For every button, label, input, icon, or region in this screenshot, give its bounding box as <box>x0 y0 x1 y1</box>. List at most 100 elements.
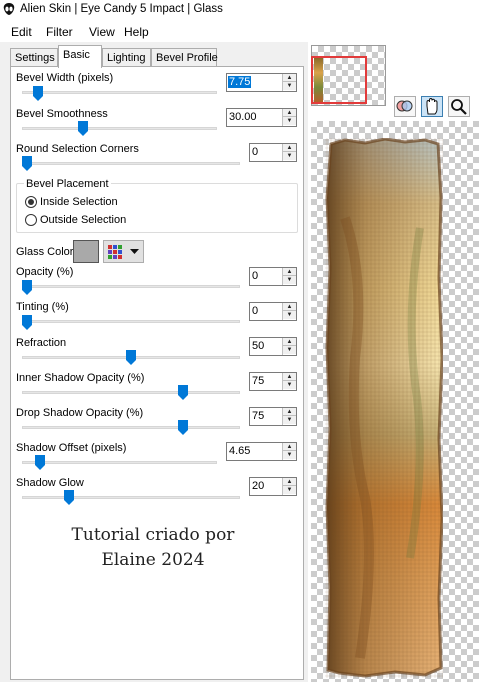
inner-shadow-label: Inner Shadow Opacity (%) <box>16 372 145 384</box>
glass-color-label: Glass Color <box>16 246 74 258</box>
spin-down-icon[interactable]: ▼ <box>283 381 296 389</box>
inner-shadow-slider[interactable] <box>22 391 240 394</box>
opacity-slider[interactable] <box>22 285 240 288</box>
menu-filter[interactable]: Filter <box>46 25 73 39</box>
shadow-offset-thumb[interactable] <box>34 455 45 470</box>
bevel-smoothness-value[interactable]: 30.00 <box>229 111 257 123</box>
zoom-compare-button[interactable] <box>394 96 416 117</box>
zoom-compare-icon <box>396 100 413 112</box>
tinting-value[interactable]: 0 <box>252 305 258 317</box>
tab-settings[interactable]: Settings <box>10 48 58 67</box>
inner-shadow-value[interactable]: 75 <box>252 375 264 387</box>
spin-up-icon[interactable]: ▲ <box>283 338 296 346</box>
opacity-label: Opacity (%) <box>16 266 74 278</box>
spin-up-icon[interactable]: ▲ <box>283 74 296 82</box>
spin-up-icon[interactable]: ▲ <box>283 109 296 117</box>
shadow-glow-label: Shadow Glow <box>16 477 84 489</box>
glass-color-swatch[interactable] <box>73 240 99 263</box>
spin-down-icon[interactable]: ▼ <box>283 311 296 319</box>
menu-view[interactable]: View <box>89 25 115 39</box>
title-bar: Alien Skin | Eye Candy 5 Impact | Glass <box>0 0 479 20</box>
spin-down-icon[interactable]: ▼ <box>283 276 296 284</box>
shadow-offset-value[interactable]: 4.65 <box>229 445 250 457</box>
radio-selected-dot <box>28 199 34 205</box>
inside-selection-label[interactable]: Inside Selection <box>40 196 118 208</box>
opacity-thumb[interactable] <box>22 280 32 295</box>
spin-down-icon[interactable]: ▼ <box>283 486 296 494</box>
tinting-label: Tinting (%) <box>16 301 69 313</box>
menu-help[interactable]: Help <box>124 25 149 39</box>
tab-lighting[interactable]: Lighting <box>102 48 151 67</box>
round-corners-value[interactable]: 0 <box>252 146 258 158</box>
tinting-slider[interactable] <box>22 320 240 323</box>
round-corners-thumb[interactable] <box>22 156 32 171</box>
inner-shadow-field[interactable]: 75 ▲ ▼ <box>249 372 297 391</box>
bevel-width-value[interactable]: 7.75 <box>228 76 252 88</box>
bevel-smoothness-field[interactable]: 30.00 ▲ ▼ <box>226 108 297 127</box>
bevel-width-field[interactable]: 7.75 ▲ ▼ <box>226 73 297 92</box>
bevel-smoothness-label: Bevel Smoothness <box>16 108 108 120</box>
chevron-down-icon <box>130 249 139 254</box>
credit-line-2: Elaine 2024 <box>101 550 205 570</box>
shadow-offset-label: Shadow Offset (pixels) <box>16 442 127 454</box>
opacity-field[interactable]: 0 ▲ ▼ <box>249 267 297 286</box>
spin-down-icon[interactable]: ▼ <box>283 416 296 424</box>
inside-selection-radio[interactable] <box>25 196 37 208</box>
inner-shadow-thumb[interactable] <box>178 385 188 400</box>
spin-up-icon[interactable]: ▲ <box>283 408 296 416</box>
outside-selection-radio[interactable] <box>25 214 37 226</box>
spin-up-icon[interactable]: ▲ <box>283 303 296 311</box>
preview-image <box>325 138 443 678</box>
hand-pan-icon <box>426 97 438 115</box>
refraction-field[interactable]: 50 ▲ ▼ <box>249 337 297 356</box>
round-corners-field[interactable]: 0 ▲ ▼ <box>249 143 297 162</box>
spin-up-icon[interactable]: ▲ <box>283 144 296 152</box>
shadow-glow-value[interactable]: 20 <box>252 480 264 492</box>
color-grid-icon <box>108 245 122 259</box>
tab-bevel-profile[interactable]: Bevel Profile <box>151 48 218 67</box>
shadow-glow-slider[interactable] <box>22 496 240 499</box>
tinting-field[interactable]: 0 ▲ ▼ <box>249 302 297 321</box>
shadow-offset-field[interactable]: 4.65 ▲ ▼ <box>226 442 297 461</box>
tab-basic[interactable]: Basic <box>58 45 102 68</box>
drop-shadow-thumb[interactable] <box>178 420 188 435</box>
credit-line-1: Tutorial criado por <box>71 525 235 545</box>
refraction-label: Refraction <box>16 337 67 349</box>
spin-up-icon[interactable]: ▲ <box>283 443 296 451</box>
spin-down-icon[interactable]: ▼ <box>283 451 296 459</box>
drop-shadow-slider[interactable] <box>22 426 240 429</box>
bevel-width-slider[interactable] <box>22 91 217 94</box>
spin-up-icon[interactable]: ▲ <box>283 478 296 486</box>
refraction-thumb[interactable] <box>126 350 136 365</box>
alien-skin-icon <box>3 3 15 15</box>
tinting-thumb[interactable] <box>22 315 32 330</box>
bevel-smoothness-slider[interactable] <box>22 127 217 130</box>
bevel-width-thumb[interactable] <box>33 86 44 101</box>
bevel-smoothness-thumb[interactable] <box>77 121 88 136</box>
outside-selection-label[interactable]: Outside Selection <box>40 214 126 226</box>
drop-shadow-label: Drop Shadow Opacity (%) <box>16 407 144 419</box>
spin-up-icon[interactable]: ▲ <box>283 373 296 381</box>
shadow-offset-slider[interactable] <box>22 461 217 464</box>
round-corners-label: Round Selection Corners <box>16 143 139 155</box>
window-title: Alien Skin | Eye Candy 5 Impact | Glass <box>20 3 223 15</box>
spin-down-icon[interactable]: ▼ <box>283 152 296 160</box>
menu-bar: Edit Filter View Help <box>0 20 479 42</box>
shadow-glow-field[interactable]: 20 ▲ ▼ <box>249 477 297 496</box>
spin-down-icon[interactable]: ▼ <box>283 117 296 125</box>
magnifier-button[interactable] <box>448 96 470 117</box>
spin-up-icon[interactable]: ▲ <box>283 268 296 276</box>
hand-pan-button[interactable] <box>421 96 443 117</box>
refraction-value[interactable]: 50 <box>252 340 264 352</box>
drop-shadow-field[interactable]: 75 ▲ ▼ <box>249 407 297 426</box>
drop-shadow-value[interactable]: 75 <box>252 410 264 422</box>
opacity-value[interactable]: 0 <box>252 270 258 282</box>
spin-down-icon[interactable]: ▼ <box>283 82 296 90</box>
shadow-glow-thumb[interactable] <box>63 490 74 505</box>
color-palette-button[interactable] <box>103 240 144 263</box>
magnifier-icon <box>451 99 467 115</box>
round-corners-slider[interactable] <box>22 162 240 165</box>
menu-edit[interactable]: Edit <box>11 25 32 39</box>
spin-down-icon[interactable]: ▼ <box>283 346 296 354</box>
navigator-viewport-frame[interactable] <box>311 56 367 104</box>
